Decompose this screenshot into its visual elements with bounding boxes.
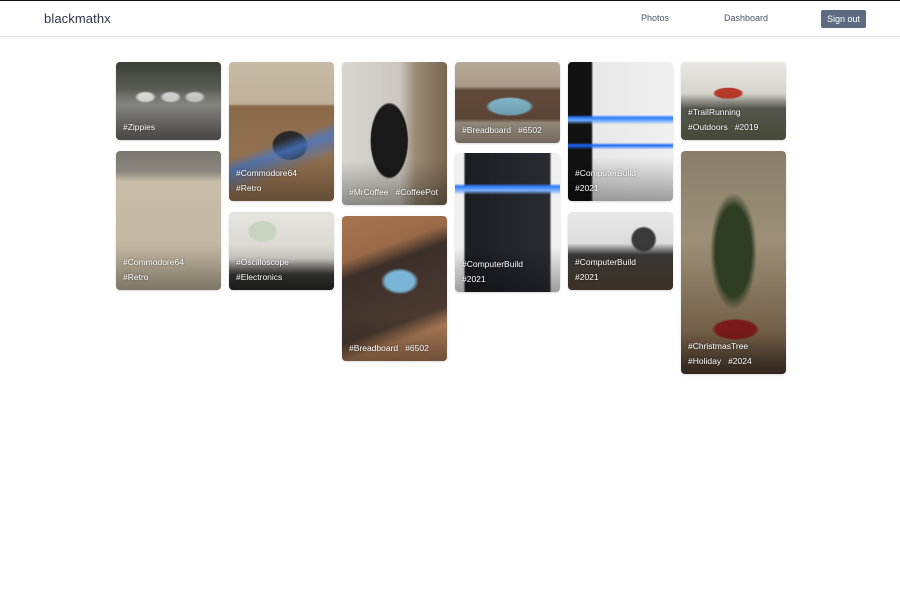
photo-tags: #Breadboard #6502 [349,341,443,356]
photo-tag[interactable]: #TrailRunning [688,107,741,117]
photo-tag[interactable]: #ComputerBuild [575,257,636,267]
photo-tags: #ComputerBuild #2021 [462,257,556,287]
photo-tag[interactable]: #ChristmasTree [688,341,748,351]
photo-card-coffee[interactable]: #MrCoffee #CoffeePot [342,62,447,205]
navbar: blackmathx Photos Dashboard Sign out [0,1,900,37]
photo-card-computerbuild-b[interactable]: #ComputerBuild #2021 [455,153,560,292]
sign-out-button[interactable]: Sign out [821,10,866,28]
photo-tag[interactable]: #MrCoffee [349,187,389,197]
photo-tags: #Commodore64 #Retro [123,255,217,285]
photo-card-christmastree[interactable]: #ChristmasTree #Holiday #2024 [681,151,786,374]
photo-tag[interactable]: #Zippies [123,122,155,132]
photo-tag[interactable]: #2021 [575,183,599,193]
photo-card-oscilloscope[interactable]: #Oscilloscope #Electronics [229,212,334,290]
photo-tag[interactable]: #6502 [518,125,542,135]
photo-tag[interactable]: #CoffeePot [396,187,438,197]
photo-card-commodore64-b[interactable]: #Commodore64 #Retro [116,151,221,290]
photo-tags: #ChristmasTree #Holiday #2024 [688,339,782,369]
photo-tag[interactable]: #6502 [405,343,429,353]
photo-card-commodore64-a[interactable]: #Commodore64 #Retro [229,62,334,201]
photo-tag[interactable]: #Breadboard [462,125,511,135]
photo-tag[interactable]: #Oscilloscope [236,257,289,267]
photo-tags: #MrCoffee #CoffeePot [349,185,443,200]
photo-card-zippies[interactable]: #Zippies [116,62,221,140]
photo-card-breadboard-a[interactable]: #Breadboard #6502 [455,62,560,143]
photo-tag[interactable]: #Commodore64 [236,168,297,178]
nav-photos-link[interactable]: Photos [641,13,669,23]
photo-card-breadboard-b[interactable]: #Breadboard #6502 [342,216,447,361]
photo-tag[interactable]: #2019 [735,122,759,132]
photo-tag[interactable]: #Breadboard [349,343,398,353]
photo-tags: #Commodore64 #Retro [236,166,330,196]
photo-tag[interactable]: #2021 [462,274,486,284]
photo-tag[interactable]: #2024 [728,356,752,366]
photo-tags: #Breadboard #6502 [462,123,556,138]
photo-tag[interactable]: #Holiday [688,356,721,366]
photo-tags: #Zippies [123,120,217,135]
photo-tag[interactable]: #Outdoors [688,122,728,132]
brand-logo[interactable]: blackmathx [44,11,111,26]
photo-tag[interactable]: #ComputerBuild [462,259,523,269]
photo-card-computerbuild-c[interactable]: #ComputerBuild #2021 [568,212,673,290]
nav-dashboard-link[interactable]: Dashboard [724,13,768,23]
photo-tags: #ComputerBuild #2021 [575,255,669,285]
photo-card-trailrunning[interactable]: #TrailRunning #Outdoors #2019 [681,62,786,140]
photo-tag[interactable]: #Retro [236,183,262,193]
photo-tag[interactable]: #ComputerBuild [575,168,636,178]
photo-tags: #Oscilloscope #Electronics [236,255,330,285]
photo-tags: #ComputerBuild #2021 [575,166,669,196]
photo-tag[interactable]: #Commodore64 [123,257,184,267]
photo-tag[interactable]: #2021 [575,272,599,282]
photo-tag[interactable]: #Electronics [236,272,282,282]
photo-card-computerbuild-a[interactable]: #ComputerBuild #2021 [568,62,673,201]
photo-tags: #TrailRunning #Outdoors #2019 [688,105,782,135]
photo-tag[interactable]: #Retro [123,272,149,282]
